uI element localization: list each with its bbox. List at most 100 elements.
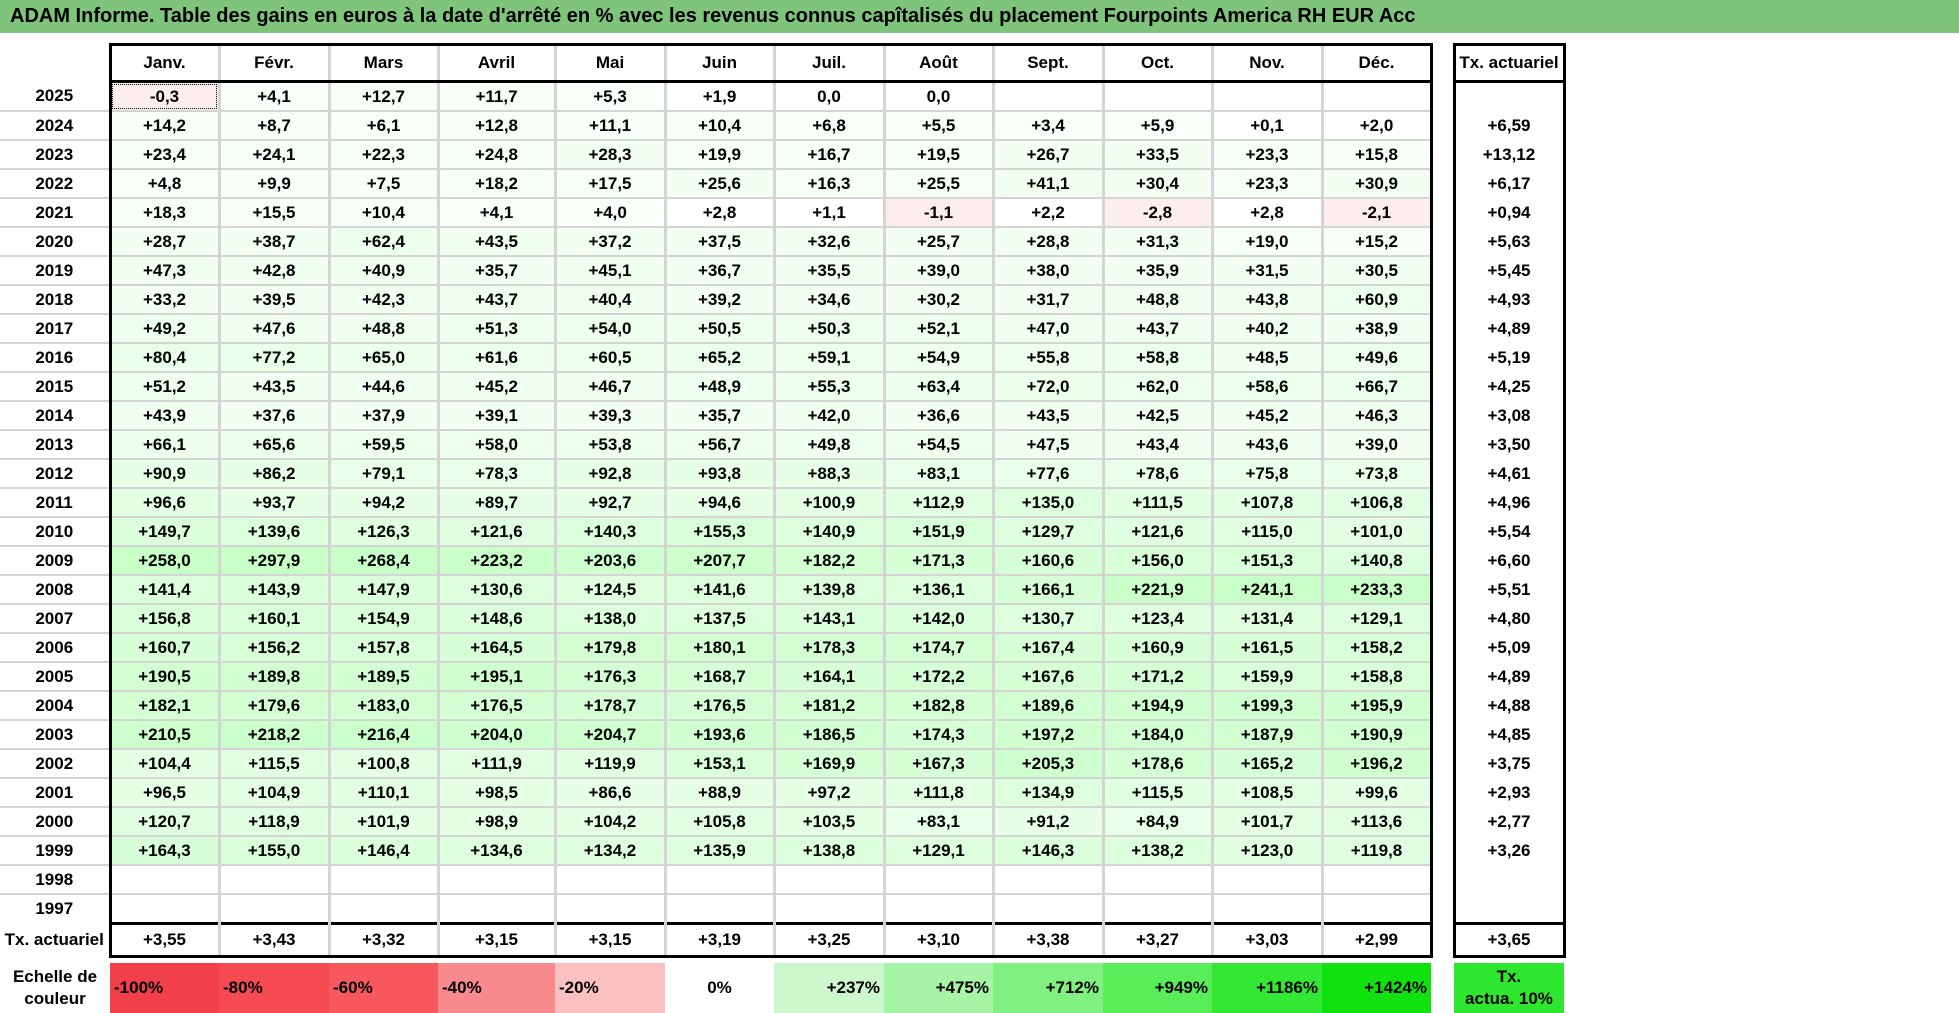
value-cell: +38,9: [1320, 313, 1433, 343]
value-cell: +196,2: [1320, 748, 1433, 778]
value-cell: [772, 893, 884, 924]
value-cell: +43,7: [436, 284, 555, 314]
value-cell: +78,6: [1101, 458, 1212, 488]
row-actuarial: +4,88: [1452, 691, 1566, 720]
value-cell: +2,2: [991, 197, 1103, 227]
value-cell: +19,5: [882, 139, 993, 169]
value-cell: +43,8: [1210, 284, 1322, 314]
value-cell: +48,8: [327, 313, 438, 343]
footer-value: +3,27: [1101, 922, 1212, 958]
color-swatch: -20%: [555, 963, 665, 1013]
value-cell: +16,7: [772, 139, 884, 169]
value-cell: +40,2: [1210, 313, 1322, 343]
value-cell: +83,1: [882, 458, 993, 488]
table-row: 2012 +90,9 +86,2 +79,1 +78,3 +92,8 +93,8 +88,3 +…: [0, 458, 1566, 488]
row-actuarial: +4,85: [1452, 720, 1566, 749]
row-actuarial: +2,77: [1452, 807, 1566, 836]
value-cell: +6,1: [327, 110, 438, 140]
value-cell: +88,3: [772, 458, 884, 488]
value-cell: +103,5: [772, 806, 884, 836]
color-swatch: -60%: [329, 963, 438, 1013]
table-row: 2023 +23,4 +24,1 +22,3 +24,8 +28,3 +19,9 +16,7 +…: [0, 139, 1566, 169]
footer-value: +3,10: [882, 922, 993, 958]
value-cell: +33,5: [1101, 139, 1212, 169]
column-gap: [1429, 227, 1454, 256]
value-cell: +176,5: [436, 690, 555, 720]
value-cell: +23,3: [1210, 168, 1322, 198]
row-actuarial: +5,63: [1452, 227, 1566, 256]
value-cell: +60,9: [1320, 284, 1433, 314]
value-cell: +174,7: [882, 632, 993, 662]
table-row: 2008 +141,4 +143,9 +147,9 +130,6 +124,5 +141,6…: [0, 574, 1566, 604]
value-cell: +66,1: [108, 429, 219, 459]
year-label: 2006: [0, 632, 110, 662]
value-cell: -2,1: [1320, 197, 1433, 227]
value-cell: +184,0: [1101, 719, 1212, 749]
value-cell: +156,8: [108, 603, 219, 633]
color-swatch: +949%: [1103, 963, 1212, 1013]
value-cell: +7,5: [327, 168, 438, 198]
value-cell: +1,9: [663, 81, 774, 111]
table-row: 2007 +156,8 +160,1 +154,9 +148,6 +138,0 +137,5…: [0, 603, 1566, 633]
row-actuarial: +5,51: [1452, 575, 1566, 604]
value-cell: +155,3: [663, 516, 774, 546]
value-cell: +197,2: [991, 719, 1103, 749]
corner-cell: [0, 45, 110, 82]
value-cell: +60,5: [553, 342, 665, 372]
year-label: 2011: [0, 487, 110, 517]
table-row: 2021 +18,3 +15,5 +10,4 +4,1 +4,0 +2,8 +1,1 -1,1 +…: [0, 197, 1566, 227]
value-cell: +89,7: [436, 487, 555, 517]
row-actuarial: +4,25: [1452, 372, 1566, 401]
year-label: 2018: [0, 284, 110, 314]
color-swatch: 0%: [665, 963, 774, 1013]
row-actuarial: +6,60: [1452, 546, 1566, 575]
column-gap: [1429, 169, 1454, 198]
column-gap: [1429, 111, 1454, 140]
footer-actuarial: +3,65: [1452, 922, 1566, 958]
value-cell: +51,3: [436, 313, 555, 343]
column-gap: [1429, 372, 1454, 401]
value-cell: +2,8: [663, 197, 774, 227]
value-cell: +176,5: [663, 690, 774, 720]
value-cell: +182,1: [108, 690, 219, 720]
value-cell: +149,7: [108, 516, 219, 546]
value-cell: +4,8: [108, 168, 219, 198]
value-cell: +19,9: [663, 139, 774, 169]
year-label: 1998: [0, 864, 110, 894]
value-cell: +182,8: [882, 690, 993, 720]
column-gap: [1429, 604, 1454, 633]
value-cell: +50,5: [663, 313, 774, 343]
value-cell: +4,0: [553, 197, 665, 227]
year-label: 2024: [0, 110, 110, 140]
value-cell: +119,9: [553, 748, 665, 778]
value-cell: +30,5: [1320, 255, 1433, 285]
value-cell: +140,8: [1320, 545, 1433, 575]
value-cell: +83,1: [882, 806, 993, 836]
value-cell: +135,9: [663, 835, 774, 865]
value-cell: +98,5: [436, 777, 555, 807]
value-cell: [1320, 81, 1433, 111]
value-cell: +35,9: [1101, 255, 1212, 285]
value-cell: 0,0: [772, 81, 884, 111]
row-actuarial: +3,75: [1452, 749, 1566, 778]
table-row: 2002 +104,4 +115,5 +100,8 +111,9 +119,9 +153,1…: [0, 748, 1566, 778]
table-row: 2020 +28,7 +38,7 +62,4 +43,5 +37,2 +37,5 +32,6 +…: [0, 226, 1566, 256]
value-cell: +100,8: [327, 748, 438, 778]
value-cell: +43,9: [108, 400, 219, 430]
value-cell: +96,6: [108, 487, 219, 517]
value-cell: +210,5: [108, 719, 219, 749]
value-cell: +4,1: [436, 197, 555, 227]
value-cell: +183,0: [327, 690, 438, 720]
footer-row: Tx. actuariel +3,55 +3,43 +3,32 +3,15 +3,15 +3…: [0, 922, 1566, 958]
value-cell: +48,5: [1210, 342, 1322, 372]
value-cell: +0,1: [1210, 110, 1322, 140]
value-cell: +164,5: [436, 632, 555, 662]
value-cell: +62,4: [327, 226, 438, 256]
value-cell: +179,8: [553, 632, 665, 662]
column-gap: [1429, 401, 1454, 430]
value-cell: +178,6: [1101, 748, 1212, 778]
value-cell: +79,1: [327, 458, 438, 488]
value-cell: +135,0: [991, 487, 1103, 517]
value-cell: +141,4: [108, 574, 219, 604]
value-cell: +49,2: [108, 313, 219, 343]
